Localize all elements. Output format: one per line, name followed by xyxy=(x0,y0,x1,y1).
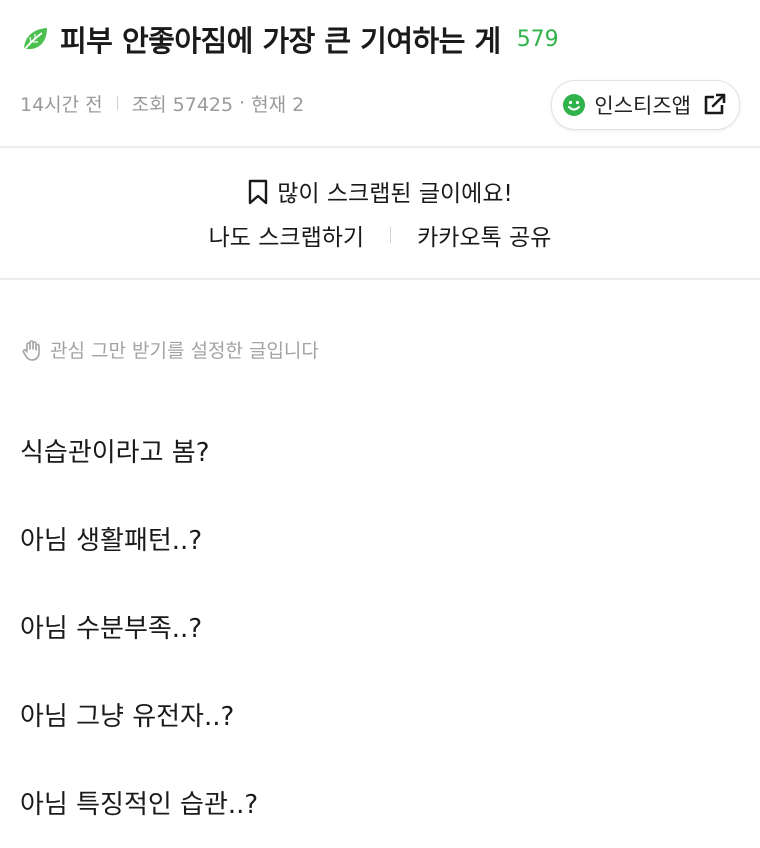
body-line: 아님 그냥 유전자..? xyxy=(20,702,235,732)
scrap-notice-text: 많이 스크랩된 글이에요! xyxy=(277,181,513,207)
scrap-actions: 나도 스크랩하기 카카오톡 공유 xyxy=(0,218,760,252)
interest-off-text: 관심 그만 받기를 설정한 글입니다 xyxy=(50,340,319,362)
view-count: 조회 57425 xyxy=(131,93,234,116)
body-line: 아님 특징적인 습관..? xyxy=(20,790,259,820)
kakaotalk-share-button[interactable]: 카카오톡 공유 xyxy=(417,218,551,252)
post-title: 피부 안좋아짐에 가장 큰 기여하는 게 xyxy=(60,24,501,58)
meta-dot: · xyxy=(239,92,246,114)
body-line: 아님 수분부족..? xyxy=(20,614,203,644)
open-app-label: 인스티즈앱 xyxy=(594,94,691,118)
leaf-icon xyxy=(23,28,47,51)
scrap-section: 많이 스크랩된 글이에요! 나도 스크랩하기 카카오톡 공유 xyxy=(0,148,760,280)
smile-icon xyxy=(563,94,586,116)
comment-count[interactable]: 579 xyxy=(517,27,559,52)
body-line: 아님 생활패턴..? xyxy=(20,526,203,556)
post-page: 피부 안좋아짐에 가장 큰 기여하는 게 579 14시간 전 조회 57425… xyxy=(0,0,760,848)
scrap-notice: 많이 스크랩된 글이에요! xyxy=(0,174,760,208)
open-app-button[interactable]: 인스티즈앱 xyxy=(551,80,740,130)
hand-icon xyxy=(22,339,40,361)
external-link-icon xyxy=(704,93,726,115)
current-viewers: 현재 2 xyxy=(251,93,305,116)
interest-off-notice: 관심 그만 받기를 설정한 글입니다 xyxy=(20,336,319,363)
post-time: 14시간 전 xyxy=(20,93,103,116)
post-header: 피부 안좋아짐에 가장 큰 기여하는 게 579 14시간 전 조회 57425… xyxy=(0,0,760,148)
title-row: 피부 안좋아짐에 가장 큰 기여하는 게 579 xyxy=(20,14,559,64)
meta-divider xyxy=(116,96,118,110)
post-meta: 14시간 전 조회 57425 · 현재 2 xyxy=(20,86,304,120)
scrap-divider xyxy=(390,227,392,243)
body-line: 식습관이라고 봄? xyxy=(20,438,210,468)
scrap-button[interactable]: 나도 스크랩하기 xyxy=(209,218,364,252)
post-body: 식습관이라고 봄? 아님 생활패턴..? 아님 수분부족..? 아님 그냥 유전… xyxy=(20,428,740,848)
bookmark-icon xyxy=(249,179,268,205)
